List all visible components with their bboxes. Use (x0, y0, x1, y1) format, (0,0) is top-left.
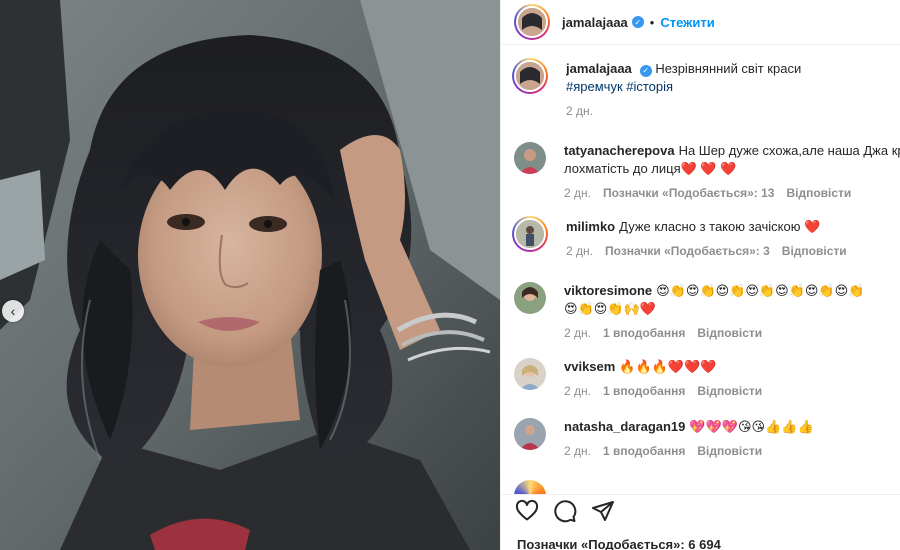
separator-dot: • (649, 14, 655, 30)
comment-item: tatyanacherepova На Шер дуже схожа,але на… (514, 142, 900, 200)
comment-likes[interactable]: Позначки «Подобається»: 3 (605, 244, 770, 258)
commenter-username[interactable]: viktoresimone (564, 283, 652, 298)
post-header: jamalajaaa ✓ • Стежити (501, 0, 900, 45)
comment-time[interactable]: 2 дн. (564, 444, 591, 458)
caption-username[interactable]: jamalajaaa (566, 61, 632, 76)
comment-item: milimko Дуже класно з такою зачіскою ❤️ 2… (512, 216, 894, 258)
post-photo[interactable]: ‹ (0, 0, 500, 550)
reply-button[interactable]: Відповісти (697, 444, 762, 458)
reply-button[interactable]: Відповісти (786, 186, 851, 200)
comment-time[interactable]: 2 дн. (566, 244, 593, 258)
commenter-username[interactable]: milimko (566, 219, 615, 234)
comment-text-cont: лохматість до лиця❤️ ❤️ ❤️ (564, 161, 737, 176)
send-icon[interactable] (591, 499, 615, 523)
comments-list[interactable]: jamalajaaa ✓ Незрівнянний світ краси #яре… (501, 46, 900, 494)
post-actions: Позначки «Подобається»: 6 694 (501, 494, 900, 550)
author-username[interactable]: jamalajaaa (562, 15, 628, 30)
commenter-username[interactable]: vviksem (564, 359, 615, 374)
comment-likes[interactable]: 1 вподобання (603, 444, 685, 458)
commenter-avatar[interactable] (514, 418, 546, 450)
comment-item: natasha_daragan19 💖💖💖😘😘👍👍👍 2 дн. 1 вподоб… (514, 418, 894, 458)
comment-time[interactable]: 2 дн. (564, 326, 591, 340)
reply-button[interactable]: Відповісти (697, 384, 762, 398)
follow-button[interactable]: Стежити (660, 15, 714, 30)
comment-item: viktoresimone 😍👏😍👏😍👏😍👏😍👏😍👏😍👏 😍👏😍👏🙌❤️ 2 дн… (514, 282, 894, 340)
previous-photo-button[interactable]: ‹ (2, 300, 24, 322)
reply-button[interactable]: Відповісти (782, 244, 847, 258)
likes-count[interactable]: Позначки «Подобається»: 6 694 (517, 537, 721, 550)
commenter-username[interactable]: natasha_daragan19 (564, 419, 685, 434)
post-details-panel: jamalajaaa ✓ • Стежити jamalajaaa ✓ Незрі… (500, 0, 900, 550)
caption-time[interactable]: 2 дн. (566, 104, 593, 118)
commenter-avatar[interactable] (514, 358, 546, 390)
comment-time[interactable]: 2 дн. (564, 384, 591, 398)
caption-text: Незрівнянний світ краси (655, 61, 802, 76)
verified-badge-icon: ✓ (631, 16, 644, 28)
commenter-avatar[interactable] (514, 282, 546, 314)
comment-likes[interactable]: 1 вподобання (603, 326, 685, 340)
comment-text: На Шер дуже схожа,але наша Джа кра (678, 143, 900, 158)
heart-icon[interactable] (515, 499, 539, 523)
caption: jamalajaaa ✓ Незрівнянний світ краси #яре… (512, 58, 894, 118)
comment-likes[interactable]: Позначки «Подобається»: 13 (603, 186, 774, 200)
selfie-image (0, 0, 500, 550)
caption-hashtags[interactable]: #яремчук #історія (566, 78, 894, 96)
chevron-left-icon: ‹ (10, 303, 16, 319)
verified-badge-icon: ✓ (639, 65, 652, 77)
comment-text-cont: 😍👏😍👏🙌❤️ (564, 301, 656, 316)
author-avatar[interactable] (514, 4, 550, 40)
comment-likes[interactable]: 1 вподобання (603, 384, 685, 398)
comment-time[interactable]: 2 дн. (564, 186, 591, 200)
commenter-username[interactable]: tatyanacherepova (564, 143, 675, 158)
commenter-avatar[interactable] (514, 142, 546, 174)
commenter-avatar[interactable] (512, 216, 548, 252)
comment-item: vviksem 🔥🔥🔥❤️❤️❤️ 2 дн. 1 вподобання Відп… (514, 358, 894, 398)
reply-button[interactable]: Відповісти (697, 326, 762, 340)
comment-text: 😍👏😍👏😍👏😍👏😍👏😍👏😍👏 (656, 283, 865, 298)
comment-text: 💖💖💖😘😘👍👍👍 (689, 419, 814, 434)
commenter-avatar[interactable] (514, 480, 546, 494)
author-avatar-small[interactable] (512, 58, 548, 94)
comment-icon[interactable] (553, 499, 577, 523)
comment-text: Дуже класно з такою зачіскою ❤️ (619, 219, 821, 234)
comment-text: 🔥🔥🔥❤️❤️❤️ (619, 359, 717, 374)
